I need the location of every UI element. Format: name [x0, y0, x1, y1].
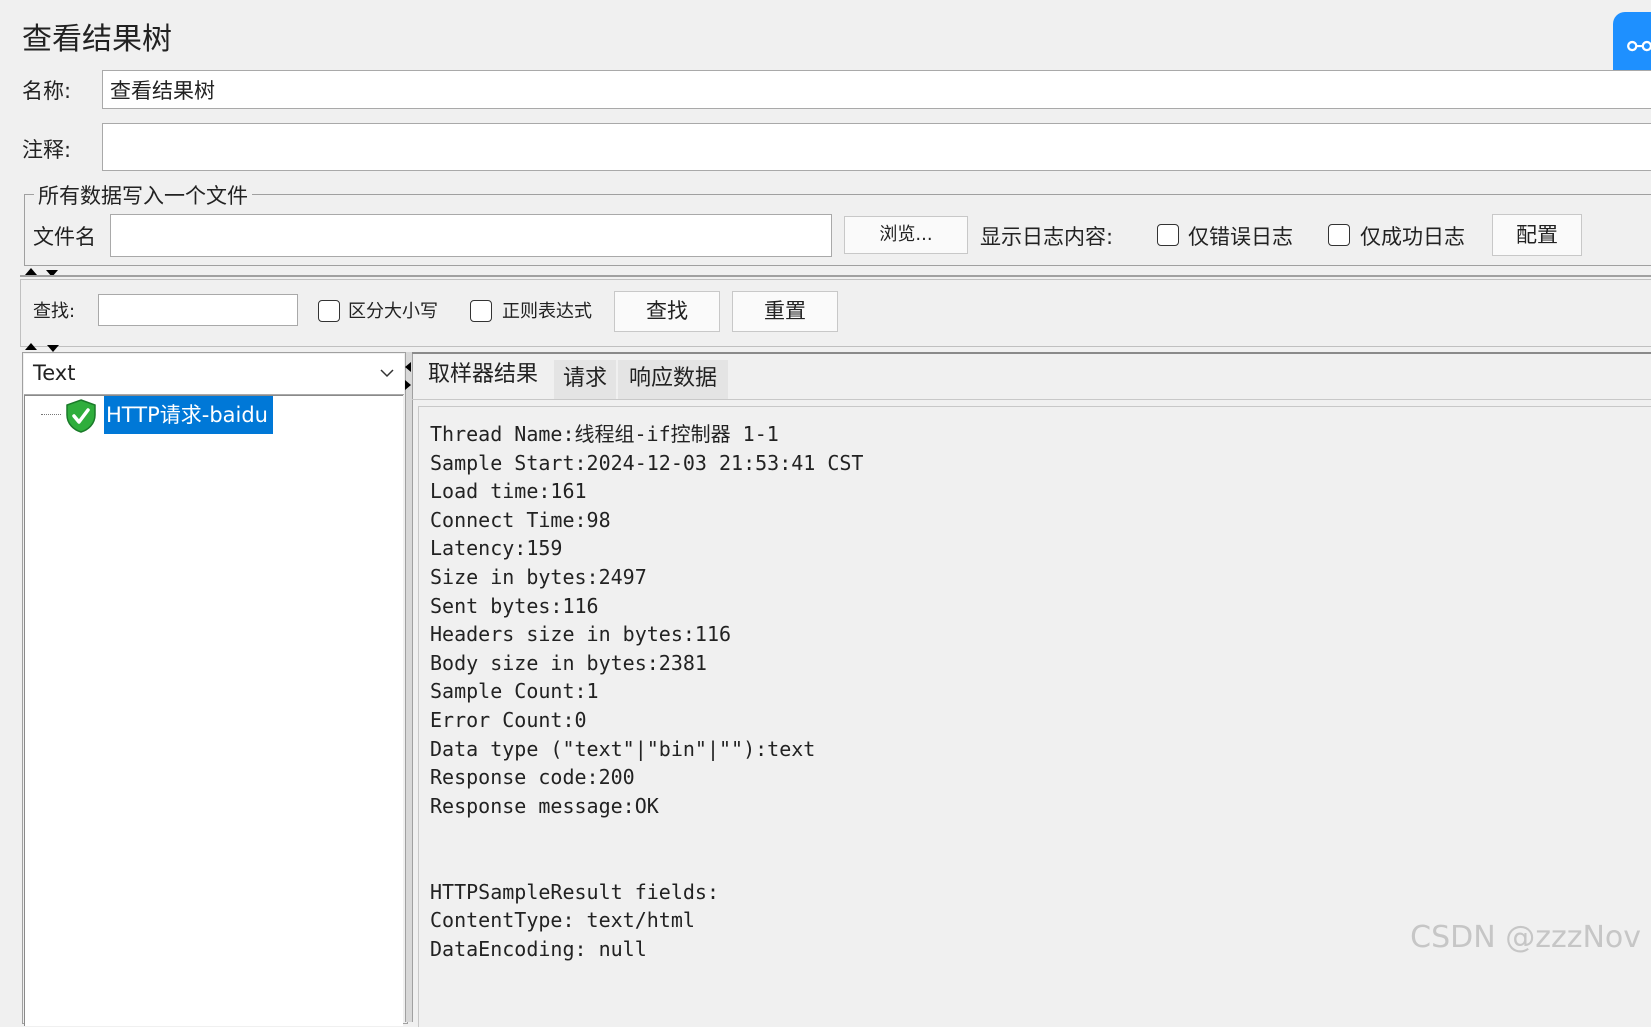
comment-label: 注释:: [22, 138, 72, 162]
collapse-down-icon[interactable]: [47, 345, 59, 352]
collapse-up-icon[interactable]: [25, 343, 37, 350]
tab-border: [412, 399, 1651, 400]
regex-label: 正则表达式: [502, 301, 592, 322]
tab-response-data[interactable]: 响应数据: [618, 360, 728, 400]
renderer-select[interactable]: Text: [24, 354, 404, 395]
regex-checkbox[interactable]: [470, 300, 492, 322]
result-line: Size in bytes:2497: [430, 564, 647, 589]
watermark: CSDN @zzzNov: [1410, 920, 1641, 955]
name-label: 名称:: [22, 79, 72, 103]
result-line: Error Count:0: [430, 707, 587, 732]
vertical-splitter[interactable]: [405, 352, 413, 1022]
success-only-checkbox[interactable]: [1328, 224, 1350, 246]
browse-button[interactable]: 浏览...: [844, 216, 968, 254]
result-line: Thread Name:线程组-if控制器 1-1: [430, 422, 779, 446]
result-text: Thread Name:线程组-if控制器 1-1 Sample Start:20…: [430, 420, 863, 963]
result-line: Body size in bytes:2381: [430, 650, 707, 675]
result-line: Sample Count:1: [430, 679, 599, 704]
result-line: [430, 849, 863, 878]
result-line: Latency:159: [430, 536, 563, 561]
configure-button[interactable]: 配置: [1492, 214, 1582, 256]
collapse-right-icon[interactable]: [405, 380, 411, 390]
shield-check-icon: [66, 399, 96, 433]
result-line: Data type ("text"|"bin"|""):text: [430, 736, 816, 761]
result-line: Sent bytes:116: [430, 593, 599, 618]
page-title: 查看结果树: [22, 22, 172, 57]
search-label: 查找:: [33, 301, 76, 322]
tree-item[interactable]: HTTP请求-baidu: [104, 396, 273, 434]
result-line: Connect Time:98: [430, 507, 611, 532]
result-line: Sample Start:2024-12-03 21:53:41 CST: [430, 450, 864, 475]
collapse-left-icon[interactable]: [405, 362, 411, 372]
file-section-legend: 所有数据写入一个文件: [34, 180, 252, 210]
tree-connector: [41, 414, 61, 415]
results-tree: HTTP请求-baidu: [24, 395, 403, 1026]
result-line: Load time:161: [430, 479, 587, 504]
result-line: HTTPSampleResult fields:: [430, 879, 719, 904]
case-sensitive-label: 区分大小写: [348, 301, 438, 322]
name-field[interactable]: 查看结果树: [102, 70, 1651, 109]
chevron-down-icon: [380, 369, 394, 378]
filename-input[interactable]: [110, 214, 832, 257]
errors-only-label: 仅错误日志: [1188, 225, 1293, 249]
tab-sampler-result[interactable]: 取样器结果: [414, 354, 552, 400]
comment-field[interactable]: [102, 123, 1651, 171]
result-line: ContentType: text/html: [430, 908, 695, 933]
renderer-selected: Text: [33, 361, 76, 385]
tab-request[interactable]: 请求: [554, 360, 616, 400]
search-input[interactable]: [98, 294, 298, 326]
success-only-label: 仅成功日志: [1360, 225, 1465, 249]
case-sensitive-checkbox[interactable]: [318, 300, 340, 322]
filename-label: 文件名: [33, 225, 96, 249]
log-content-label: 显示日志内容:: [980, 225, 1114, 249]
collapse-up-icon[interactable]: [25, 268, 37, 275]
right-panel-border: [412, 352, 1651, 354]
result-line: [430, 820, 863, 849]
result-line: Headers size in bytes:116: [430, 622, 732, 647]
result-line: Response code:200: [430, 765, 635, 790]
reset-button[interactable]: 重置: [732, 291, 838, 332]
splitter-line: [20, 275, 1651, 277]
result-line: DataEncoding: null: [430, 936, 647, 961]
result-line: Response message:OK: [430, 793, 659, 818]
find-button[interactable]: 查找: [614, 291, 720, 332]
errors-only-checkbox[interactable]: [1157, 224, 1179, 246]
